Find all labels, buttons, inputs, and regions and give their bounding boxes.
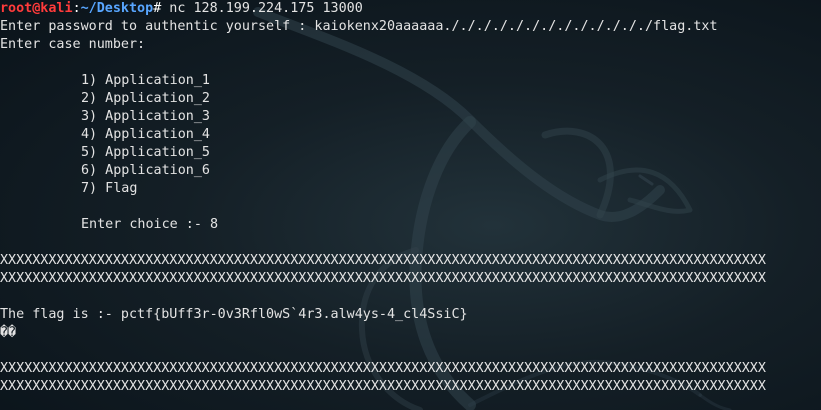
terminal-output: root@kali:~/Desktop# nc 128.199.224.175 … [0,0,821,410]
prompt-user-host: root@kali [0,1,73,16]
prompt-cwd: ~/Desktop [80,1,154,16]
garbage-bytes-line: �� [0,325,17,340]
menu-item: 1) Application_1 [81,73,210,88]
terminal-window[interactable]: root@kali:~/Desktop# nc 128.199.224.175 … [0,0,821,410]
choice-prompt-line: Enter choice :- 8 [81,217,219,232]
separator-line: XXXXXXXXXXXXXXXXXXXXXXXXXXXXXXXXXXXXXXXX… [0,379,766,394]
flag-output-line: The flag is :- pctf{bUff3r-0v3Rfl0wS`4r3… [0,307,468,322]
menu-item: 3) Application_3 [81,109,210,124]
password-prompt-line: Enter password to authentic yourself : k… [0,19,718,34]
menu-item: 6) Application_6 [81,163,210,178]
command-text: nc 128.199.224.175 13000 [161,1,363,16]
separator-line: XXXXXXXXXXXXXXXXXXXXXXXXXXXXXXXXXXXXXXXX… [0,253,766,268]
case-number-prompt-line: Enter case number: [0,37,146,52]
separator-line: XXXXXXXXXXXXXXXXXXXXXXXXXXXXXXXXXXXXXXXX… [0,271,766,286]
shell-prompt-line: root@kali:~/Desktop# nc 128.199.224.175 … [0,0,363,18]
prompt-separator: : [72,1,81,16]
separator-line: XXXXXXXXXXXXXXXXXXXXXXXXXXXXXXXXXXXXXXXX… [0,361,766,376]
menu-item: 2) Application_2 [81,91,210,106]
menu-item: 4) Application_4 [81,127,210,142]
menu-item: 7) Flag [81,181,138,196]
menu-item: 5) Application_5 [81,145,210,160]
